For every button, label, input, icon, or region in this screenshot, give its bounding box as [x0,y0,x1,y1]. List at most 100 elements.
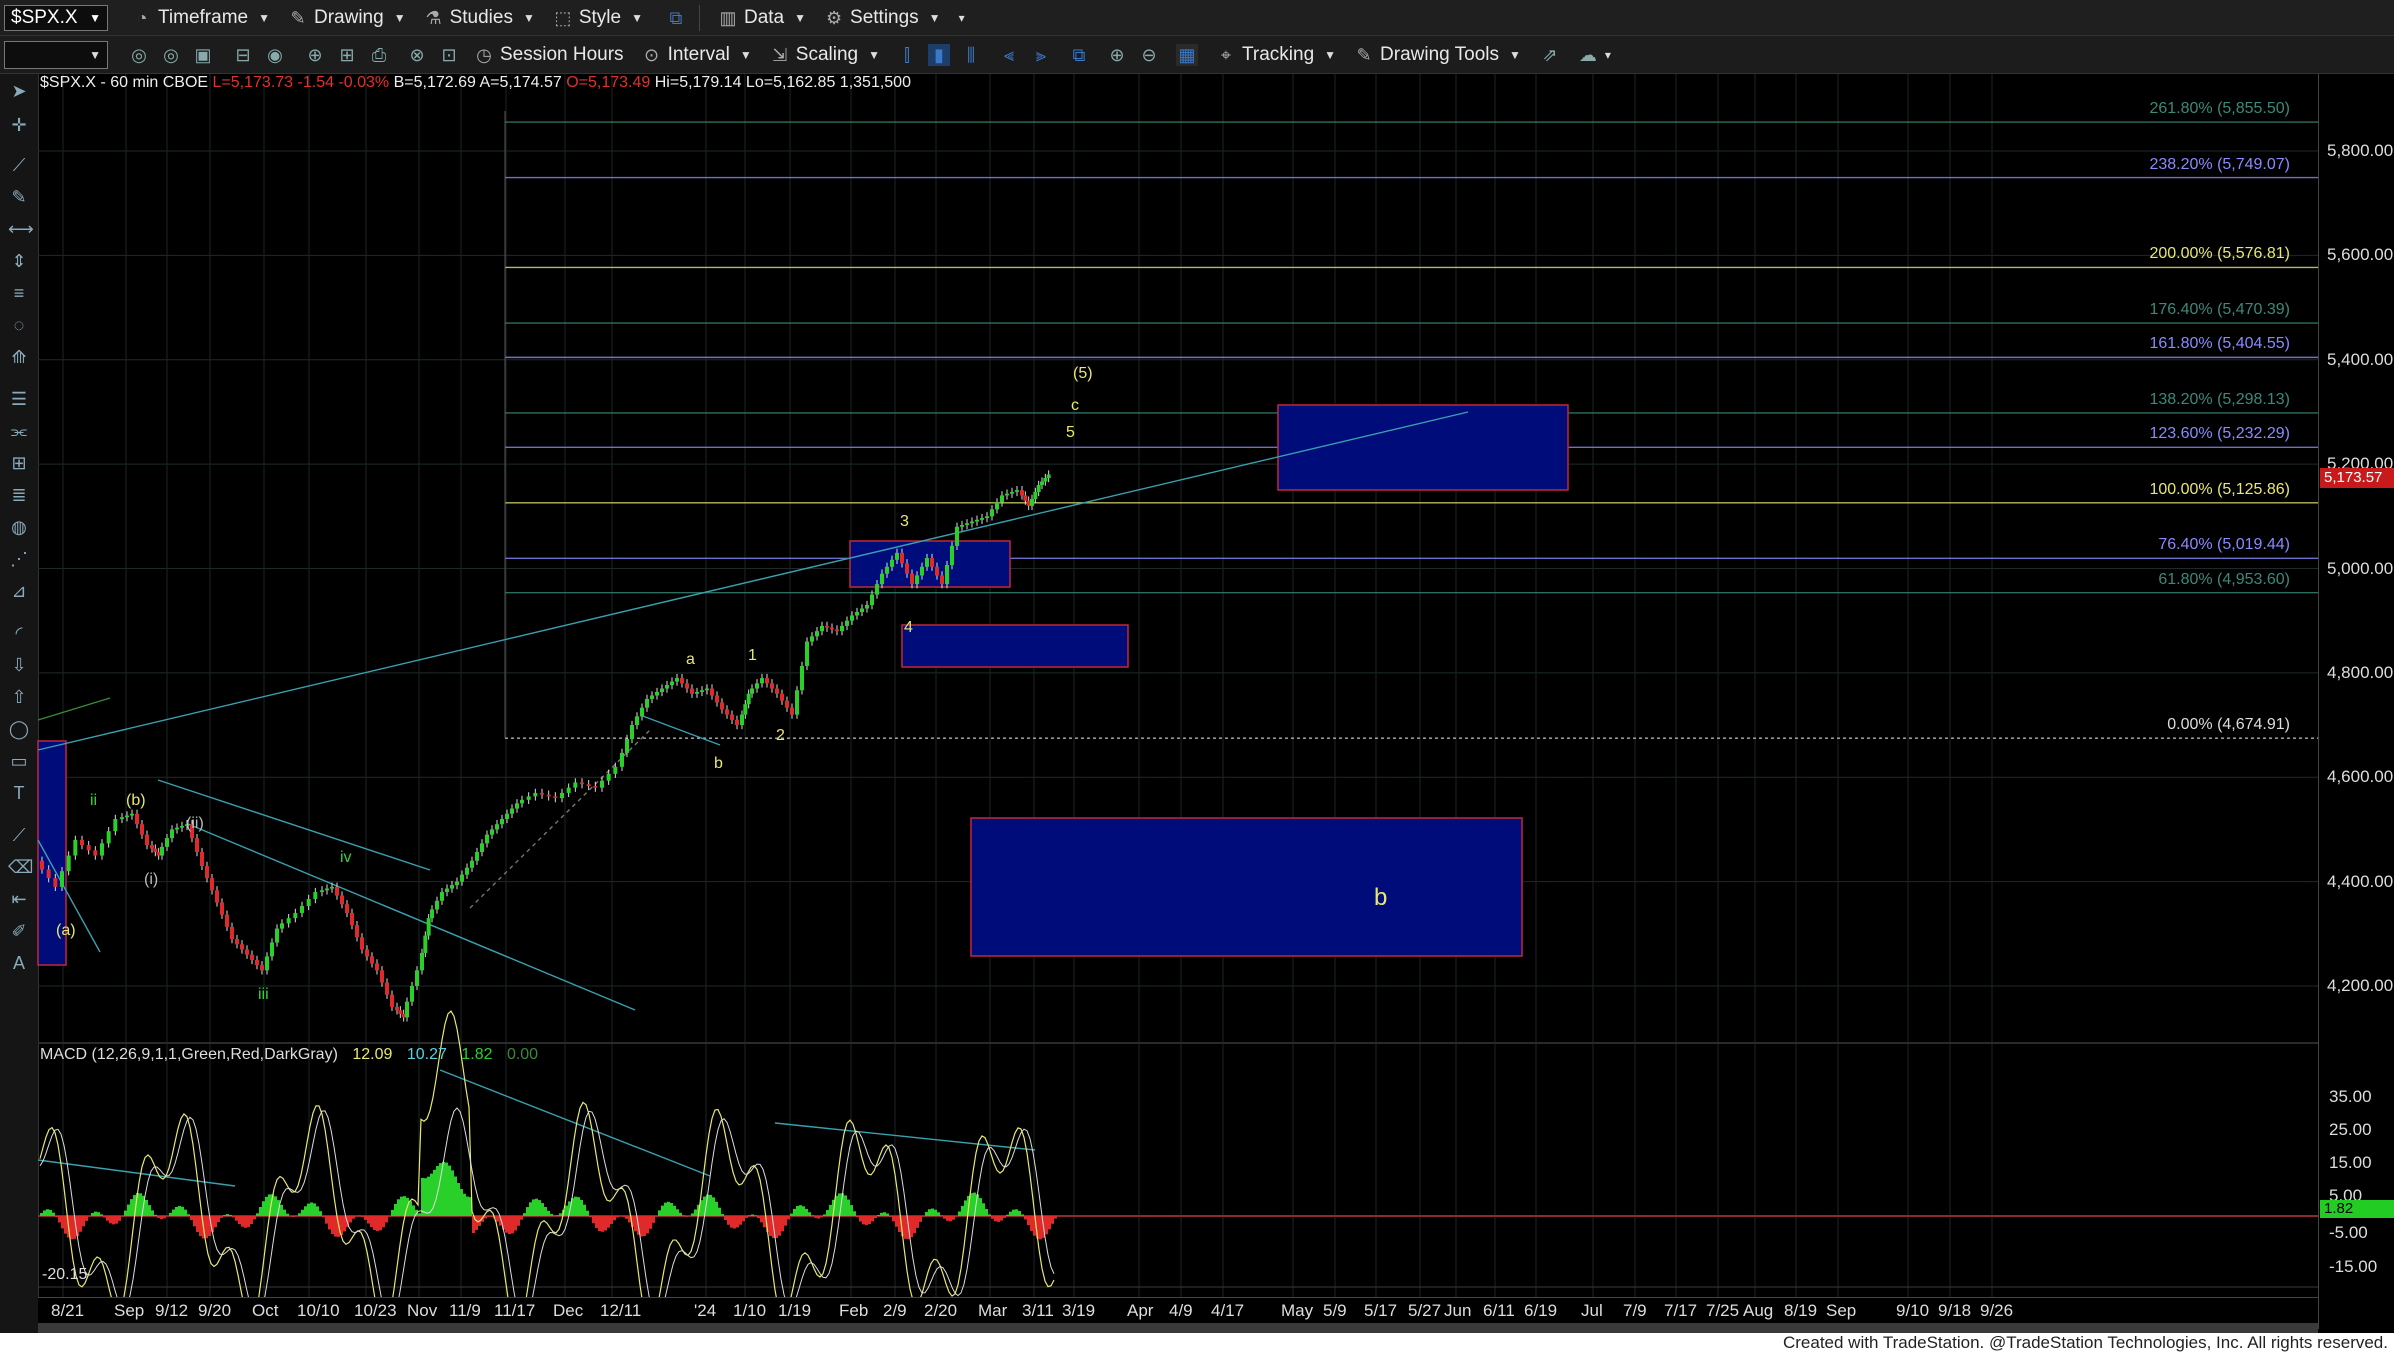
candle-body [895,552,899,560]
macd-histogram-bar [745,1216,748,1218]
macd-histogram-bar [868,1216,871,1224]
candle-body [830,627,834,630]
macd-histogram-bar [1039,1216,1042,1240]
macd-min-label: -20.15 [42,1266,88,1283]
macd-histogram-bar [715,1201,718,1216]
wave-label: 3 [900,513,909,530]
macd-histogram-bar [79,1216,82,1232]
macd-histogram-bar [730,1216,733,1228]
macd-histogram-bar [97,1212,100,1216]
price-axis[interactable]: 5,800.00 5,600.00 5,400.00 5,200.00 5,000.00… [2318,74,2394,1329]
candle-body [398,1010,403,1014]
macd-histogram-bar [613,1216,616,1221]
candle-body [245,949,249,955]
macd-histogram-bar [475,1216,478,1230]
time-tick-label: 2/9 [883,1301,907,1320]
price-chart[interactable] [0,0,2394,1353]
wave-label: (5) [1073,365,1093,382]
macd-histogram-bar [787,1216,790,1220]
macd-histogram-bar [103,1216,106,1218]
time-tick-label: 2/20 [924,1301,958,1320]
macd-histogram-bar [880,1212,883,1216]
macd-histogram-bar [595,1216,598,1229]
macd-histogram-bar [811,1215,814,1216]
candle-body [970,521,974,524]
candle-body [53,878,58,887]
price-tick-label: 5,800.00 [2327,141,2394,160]
macd-histogram-bar [94,1211,97,1216]
candle-body [965,523,969,526]
candle-body [440,892,444,901]
macd-histogram-bar [817,1216,820,1219]
candle-body [180,825,184,828]
open: O=5,173.49 [566,74,651,91]
macd-histogram-bar [199,1216,202,1237]
time-tick-label: 6/11 [1483,1301,1515,1320]
macd-title: MACD (12,26,9,1,1,Green,Red,DarkGray) [40,1046,338,1063]
macd-histogram-bar [580,1199,583,1216]
candle-body [80,839,84,846]
macd-histogram-bar [640,1216,643,1237]
macd-signal: 10.27 [406,1046,447,1063]
macd-histogram-bar [547,1210,550,1216]
candle-body [700,690,704,693]
macd-histogram-bar [286,1213,289,1216]
macd-histogram-bar [988,1214,991,1216]
candle-body [665,685,669,689]
macd-histogram-bar [643,1216,646,1237]
macd-zero: 0.00 [506,1046,539,1063]
macd-histogram-bar [874,1216,877,1219]
macd-histogram-bar [298,1213,301,1216]
macd-histogram-bar [322,1216,325,1218]
macd-histogram-bar [394,1203,397,1216]
bid: B=5,172.69 [393,74,476,91]
macd-histogram-bar [508,1216,511,1235]
wave-label: a [686,651,695,668]
candle-body [613,766,618,774]
macd-histogram-bar [217,1216,220,1223]
macd-histogram-bar [814,1216,817,1218]
macd-histogram-bar [937,1212,940,1216]
target-box [970,817,1523,957]
macd-histogram-bar [925,1211,928,1216]
time-axis[interactable]: 8/21 Sep 9/12 9/20 Oct 10/10 10/23 Nov 11/9 11/17… [38,1297,2318,1324]
candle-body [655,692,659,696]
candle-body [785,700,789,708]
candle-body [695,692,699,694]
macd-histogram-bar [685,1216,688,1217]
macd-histogram-bar [1030,1216,1033,1231]
macd-histogram-bar [790,1213,793,1216]
macd-histogram-bar [163,1216,166,1219]
candle-body [580,782,584,785]
price-tick-label: 4,600.00 [2327,767,2394,787]
chart-scrollbar[interactable] [38,1323,2318,1333]
time-tick-label: 4/9 [1169,1301,1193,1320]
time-tick-label: 5/27 [1408,1301,1442,1320]
macd-histogram-bar [757,1216,760,1219]
volume: 1,351,500 [839,74,911,91]
macd-histogram-bar [853,1211,856,1216]
candle-body [160,846,164,856]
candle-body [740,714,744,726]
macd-histogram-bar [583,1204,586,1216]
macd-histogram-bar [559,1213,562,1216]
candle-body [705,688,709,691]
candle-body [250,954,254,960]
macd-histogram-bar [172,1209,175,1216]
time-tick-label: '24 [694,1301,717,1320]
macd-histogram-bar [538,1200,541,1216]
candle-body [820,625,824,632]
candle-body [235,939,239,945]
macd-histogram-bar [742,1216,745,1222]
trendline [639,714,721,746]
candle-body [925,558,929,567]
candle-body [755,683,759,689]
candle-body [230,926,234,940]
macd-histogram-bar [724,1216,727,1221]
macd-histogram-bar [661,1205,664,1216]
macd-histogram-bar [1009,1211,1012,1216]
macd-histogram-bar [460,1189,463,1216]
candle-body [1010,491,1014,494]
fib-level-label: 76.40% (5,019.44) [2158,536,2290,554]
candle-body [86,845,91,851]
